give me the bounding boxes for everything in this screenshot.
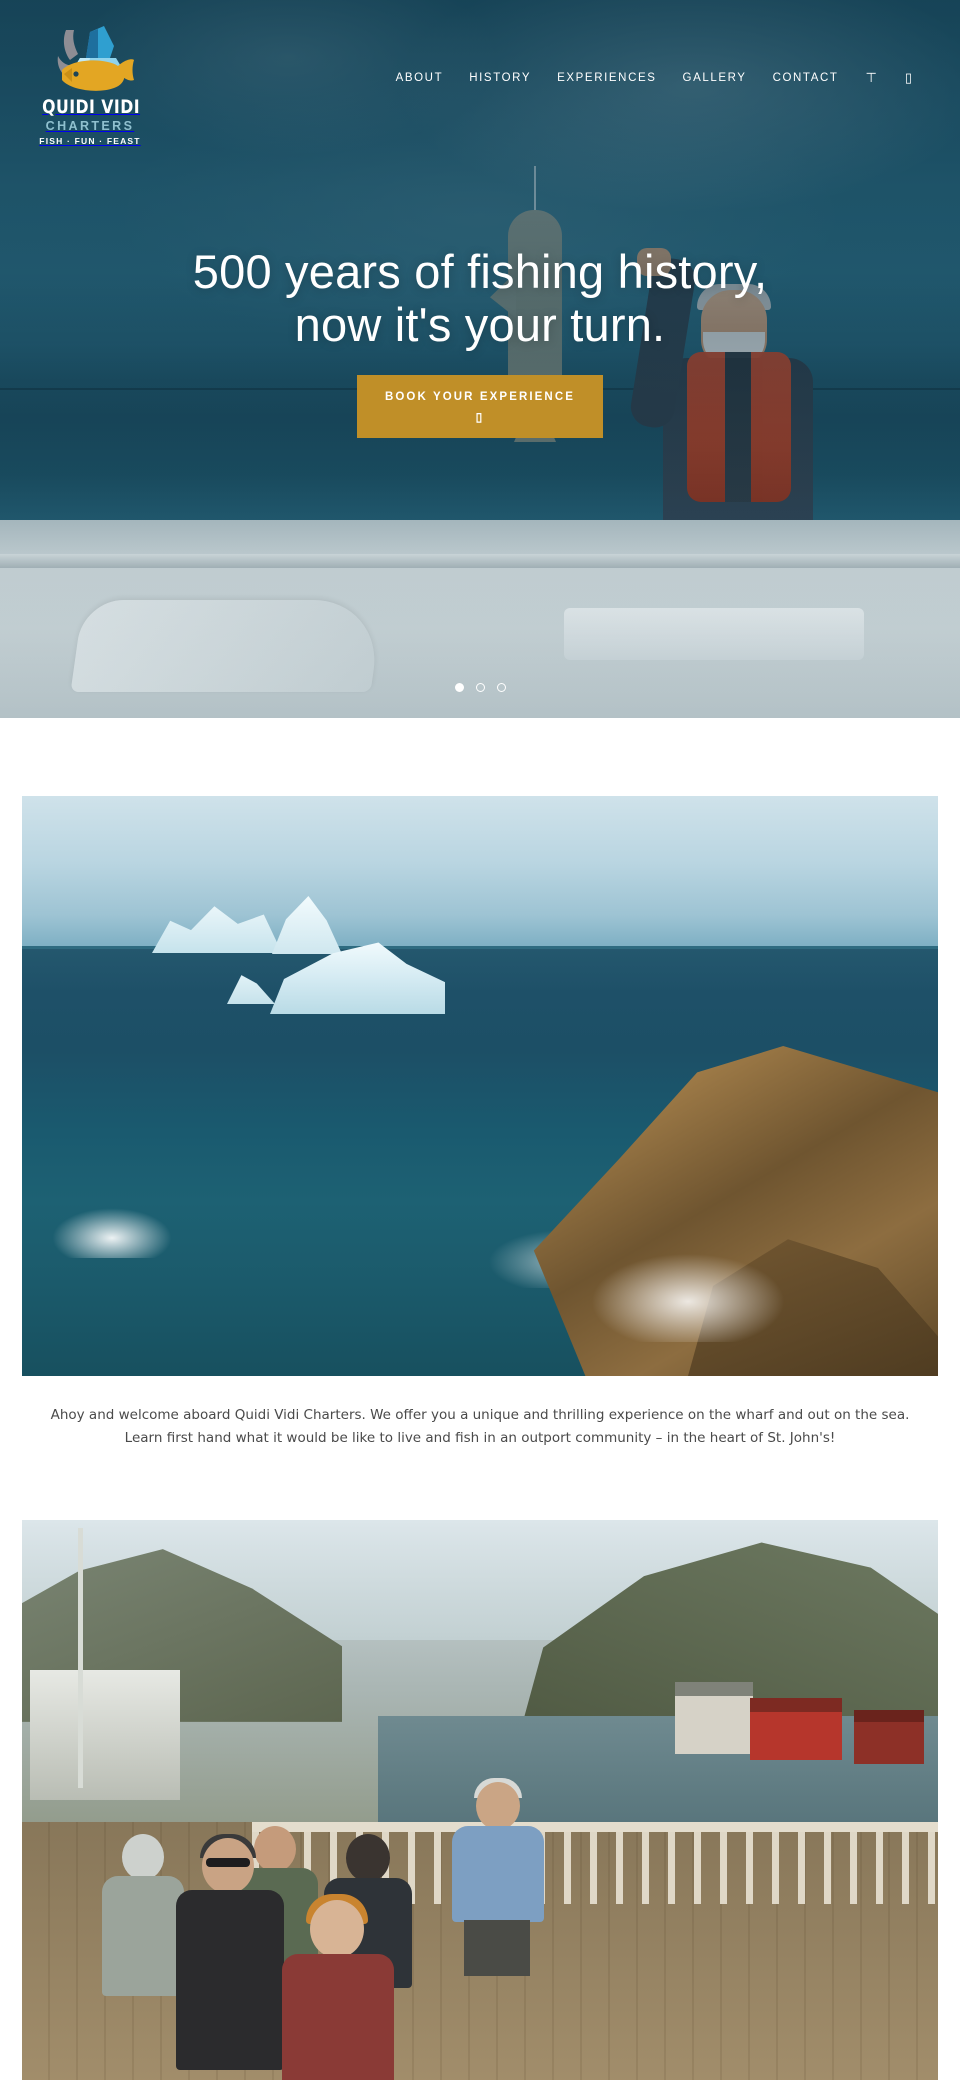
arrow-right-icon: ▯ [475,409,485,424]
slider-dot-1[interactable] [454,683,464,692]
hero-copy-block: 500 years of fishing history, now it's y… [0,245,960,438]
hero-slider-pagination [0,683,960,692]
person-figure [280,1893,396,2080]
nav-item-contact[interactable]: CONTACT [760,68,852,88]
wharf-photo [22,1519,938,2080]
intro-paragraph-line-2: Learn first hand what it would be like t… [124,1429,836,1446]
primary-navigation: ABOUT HISTORY EXPERIENCES GALLERY CONTAC… [383,66,926,90]
logo-wordmark: QUIDI VIDI [42,96,141,118]
hero-cta-wrapper: BOOK YOUR EXPERIENCE ▯ [0,375,960,438]
slider-dot-3[interactable] [496,683,506,692]
site-logo[interactable]: QUIDI VIDI CHARTERS FISH · FUN · FEAST [38,24,142,146]
fish-iceberg-logo-icon [57,26,134,91]
cart-icon[interactable]: ▯ [891,66,926,90]
hero-headline-line-1: 500 years of fishing history, [192,245,768,298]
anchor-icon[interactable]: ⊤ [852,66,891,90]
person-figure [452,1777,544,1976]
intro-paragraph-line-1: Ahoy and welcome aboard Quidi Vidi Chart… [50,1407,910,1423]
person-figure [170,1833,290,2070]
iceberg-photo [22,796,938,1376]
book-your-experience-button[interactable]: BOOK YOUR EXPERIENCE ▯ [356,375,604,438]
logo-tagline: FISH · FUN · FEAST [39,136,141,146]
cta-label: BOOK YOUR EXPERIENCE [384,391,576,404]
nav-item-gallery[interactable]: GALLERY [670,68,760,88]
site-header: QUIDI VIDI CHARTERS FISH · FUN · FEAST A… [0,0,960,160]
hero-section: QUIDI VIDI CHARTERS FISH · FUN · FEAST A… [0,0,960,718]
hero-headline-line-2: now it's your turn. [294,297,666,351]
nav-item-history[interactable]: HISTORY [456,68,544,88]
slider-dot-2[interactable] [475,683,485,692]
intro-section: Ahoy and welcome aboard Quidi Vidi Chart… [0,718,960,1450]
nav-item-experiences[interactable]: EXPERIENCES [544,68,669,88]
intro-paragraph: Ahoy and welcome aboard Quidi Vidi Chart… [0,1404,960,1450]
hero-headline: 500 years of fishing history, now it's y… [0,245,960,351]
wharf-section [0,1519,960,2080]
logo-subtitle: CHARTERS [45,119,135,133]
nav-item-about[interactable]: ABOUT [383,68,457,88]
